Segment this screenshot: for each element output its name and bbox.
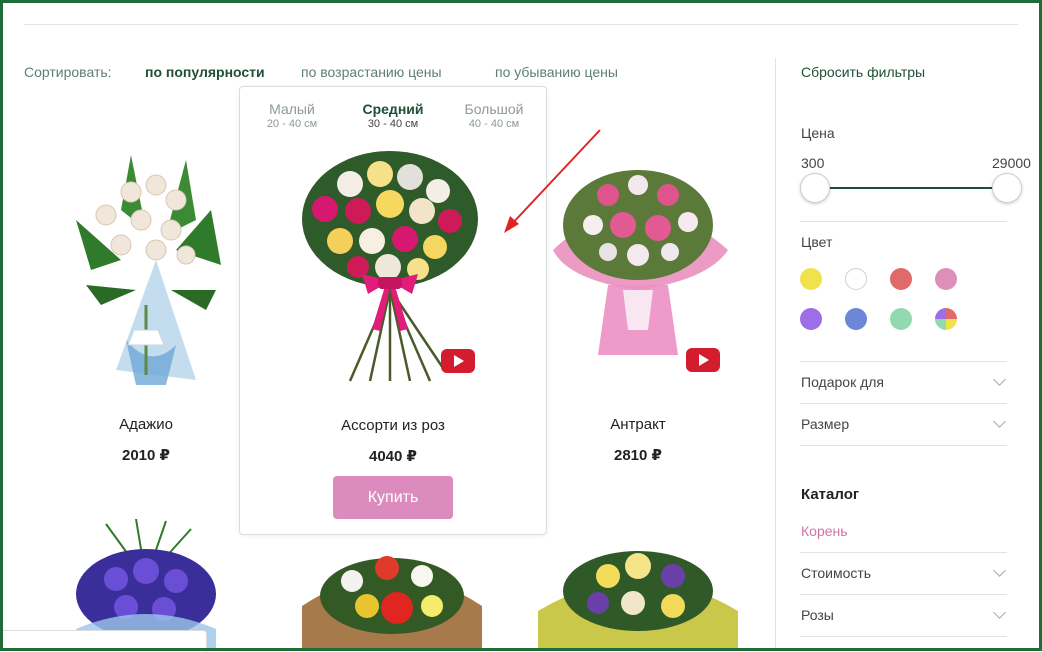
- divider: [800, 361, 1007, 362]
- size-dims: 40 - 40 см: [468, 118, 520, 130]
- color-swatch-blue[interactable]: [845, 308, 867, 330]
- video-play-icon[interactable]: [686, 348, 720, 372]
- sidebar-divider: [775, 58, 776, 651]
- product-card-antrakt[interactable]: Антракт 2810 ₽: [538, 140, 738, 480]
- product-price: 2010 ₽: [122, 447, 170, 464]
- price-range-track[interactable]: [814, 187, 1006, 189]
- divider: [800, 221, 1007, 222]
- chevron-down-icon[interactable]: [993, 606, 1006, 619]
- size-dims: 30 - 40 см: [367, 118, 419, 130]
- catalog-item-cost[interactable]: Стоимость: [801, 565, 871, 581]
- sort-by-price-desc[interactable]: по убыванию цены: [495, 64, 618, 80]
- size-name: Средний: [362, 101, 424, 117]
- divider: [800, 403, 1007, 404]
- bottom-overlay-panel[interactable]: [0, 630, 207, 652]
- price-range-max-handle[interactable]: [992, 173, 1022, 203]
- price-range-min-handle[interactable]: [800, 173, 830, 203]
- divider: [800, 594, 1007, 595]
- color-swatch-white[interactable]: [845, 268, 867, 290]
- product-image-gerbera-bouquet[interactable]: [292, 546, 492, 651]
- color-swatch-pink[interactable]: [935, 268, 957, 290]
- catalog-item-roses[interactable]: Розы: [801, 607, 834, 623]
- size-name: Малый: [269, 101, 315, 117]
- sort-label: Сортировать:: [24, 64, 112, 80]
- price-max-value: 29000: [992, 155, 1031, 171]
- product-name[interactable]: Антракт: [538, 416, 738, 433]
- catalog-title: Каталог: [801, 486, 860, 503]
- chevron-down-icon[interactable]: [993, 564, 1006, 577]
- size-option-large[interactable]: Большой 40 - 40 см: [454, 101, 534, 130]
- divider: [800, 552, 1007, 553]
- color-swatch-multicolor[interactable]: [935, 308, 957, 330]
- size-dims: 20 - 40 см: [266, 118, 318, 130]
- sort-by-popularity[interactable]: по популярности: [145, 64, 265, 80]
- color-swatch-yellow[interactable]: [800, 268, 822, 290]
- top-divider: [24, 24, 1018, 25]
- chevron-down-icon[interactable]: [993, 373, 1006, 386]
- product-card-adagio[interactable]: Адажио 2010 ₽: [46, 140, 246, 480]
- product-name[interactable]: Адажио: [46, 416, 246, 433]
- color-label: Цвет: [801, 234, 833, 250]
- video-play-icon[interactable]: [441, 349, 475, 373]
- product-image-white-roses[interactable]: [46, 140, 246, 390]
- size-name: Большой: [464, 101, 524, 117]
- catalog-active-root[interactable]: Корень: [801, 523, 848, 539]
- color-swatch-purple[interactable]: [800, 308, 822, 330]
- chevron-down-icon[interactable]: [993, 415, 1006, 428]
- divider: [800, 445, 1007, 446]
- sort-by-price-asc[interactable]: по возрастанию цены: [301, 64, 442, 80]
- product-name[interactable]: Ассорти из роз: [240, 417, 546, 434]
- product-image-mixed-bouquet[interactable]: [538, 541, 738, 651]
- size-option-small[interactable]: Малый 20 - 40 см: [252, 101, 332, 130]
- product-card-rose-assorti[interactable]: Малый 20 - 40 см Средний 30 - 40 см Боль…: [239, 86, 547, 535]
- divider: [800, 636, 1007, 637]
- price-label: Цена: [801, 125, 835, 141]
- price-min-value: 300: [801, 155, 825, 171]
- buy-button[interactable]: Купить: [333, 476, 453, 519]
- product-image-rose-bouquet[interactable]: [240, 149, 546, 389]
- filter-gift-for[interactable]: Подарок для: [801, 374, 884, 390]
- size-selector: Малый 20 - 40 см Средний 30 - 40 см Боль…: [240, 101, 546, 133]
- product-price: 2810 ₽: [614, 447, 662, 464]
- reset-filters-link[interactable]: Сбросить фильтры: [801, 64, 925, 80]
- color-swatch-mint[interactable]: [890, 308, 912, 330]
- product-price: 4040 ₽: [369, 448, 417, 465]
- size-option-medium[interactable]: Средний 30 - 40 см: [353, 101, 433, 130]
- filter-size[interactable]: Размер: [801, 416, 849, 432]
- color-swatch-red[interactable]: [890, 268, 912, 290]
